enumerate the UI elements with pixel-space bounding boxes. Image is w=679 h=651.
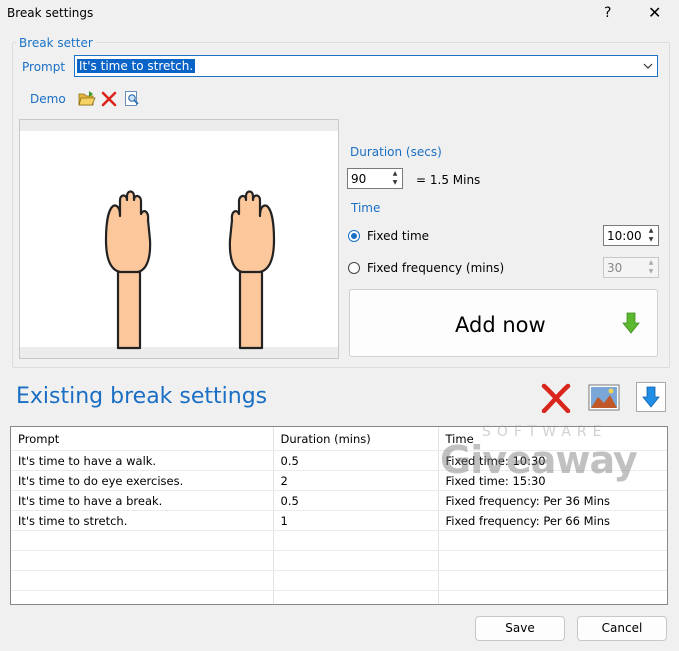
delete-all-icon[interactable] (540, 383, 572, 414)
cancel-button[interactable]: Cancel (577, 616, 667, 641)
table-header-row: Prompt Duration (mins) Time (11, 427, 667, 451)
fixed-frequency-stepper[interactable]: 30 ▲ ▼ (603, 257, 659, 278)
add-now-label: Add now (455, 313, 546, 337)
chevron-down-icon[interactable] (643, 59, 653, 76)
cell-duration: 0.5 (273, 450, 439, 471)
duration-stepper[interactable]: 90 ▲ ▼ (347, 168, 403, 189)
table-row[interactable]: It's time to stretch. 1 Fixed frequency: P… (11, 510, 667, 531)
existing-settings-table[interactable]: Prompt Duration (mins) Time It's time to… (10, 426, 668, 605)
cell-prompt: It's time to do eye exercises. (11, 470, 274, 491)
cell-duration: 2 (273, 470, 439, 491)
help-button[interactable]: ? (604, 5, 611, 21)
table-row-empty (11, 550, 667, 571)
column-header[interactable]: Time (438, 427, 667, 451)
duration-label: Duration (secs) (350, 145, 442, 159)
fixed-time-stepper[interactable]: 10:00 ▲ ▼ (603, 225, 659, 246)
cell-time: Fixed time: 15:30 (438, 470, 667, 491)
prompt-combobox[interactable]: It's time to stretch. (74, 55, 658, 77)
demo-button[interactable]: Demo (30, 92, 66, 106)
duration-mins-text: = 1.5 Mins (416, 173, 481, 187)
duration-value[interactable]: 90 (351, 172, 366, 186)
fixed-time-value[interactable]: 10:00 (607, 229, 642, 243)
preview-icon[interactable] (124, 90, 142, 108)
open-folder-icon[interactable] (78, 90, 96, 108)
fixed-frequency-value[interactable]: 30 (607, 261, 622, 275)
cell-time: Fixed frequency: Per 36 Mins (438, 490, 667, 511)
fixed-frequency-label[interactable]: Fixed frequency (mins) (367, 261, 504, 275)
spin-up-icon[interactable]: ▲ (645, 227, 657, 236)
table-row[interactable]: It's time to have a walk. 0.5 Fixed time: … (11, 450, 667, 471)
arrow-down-icon (622, 312, 640, 334)
spin-down-icon[interactable]: ▼ (389, 179, 401, 188)
table-row-empty (11, 590, 667, 604)
fixed-frequency-radio[interactable] (348, 262, 360, 274)
column-header[interactable]: Prompt (11, 427, 274, 451)
preview-image (19, 119, 339, 359)
time-label: Time (351, 201, 381, 215)
fixed-time-label[interactable]: Fixed time (367, 229, 429, 243)
cell-prompt: It's time to have a break. (11, 490, 274, 511)
cell-prompt: It's time to have a walk. (11, 450, 274, 471)
cell-time: Fixed time: 10:30 (438, 450, 667, 471)
save-button[interactable]: Save (475, 616, 565, 641)
image-icon[interactable] (588, 384, 620, 411)
spin-down-icon[interactable]: ▼ (645, 236, 657, 245)
title-bar: Break settings ? ✕ (0, 0, 679, 28)
download-button[interactable] (636, 382, 666, 412)
window-title: Break settings (7, 6, 94, 20)
close-button[interactable]: ✕ (648, 3, 661, 22)
raised-hands-illustration (104, 190, 276, 350)
prompt-label: Prompt (22, 60, 66, 74)
table-row-empty (11, 530, 667, 551)
fixed-time-radio[interactable] (348, 230, 360, 242)
spin-up-icon[interactable]: ▲ (389, 170, 401, 179)
cell-duration: 0.5 (273, 490, 439, 511)
table-row[interactable]: It's time to do eye exercises. 2 Fixed tim… (11, 470, 667, 491)
table-row-empty (11, 570, 667, 591)
table-row[interactable]: It's time to have a break. 0.5 Fixed frequ… (11, 490, 667, 511)
break-setter-legend: Break setter (16, 36, 96, 50)
prompt-value[interactable]: It's time to stretch. (77, 59, 196, 73)
add-now-button[interactable]: Add now (349, 289, 658, 357)
spin-down-icon[interactable]: ▼ (645, 268, 657, 277)
delete-icon[interactable] (101, 91, 119, 109)
cell-duration: 1 (273, 510, 439, 531)
column-header[interactable]: Duration (mins) (273, 427, 439, 451)
cell-prompt: It's time to stretch. (11, 510, 274, 531)
existing-settings-title: Existing break settings (16, 384, 268, 409)
cell-time: Fixed frequency: Per 66 Mins (438, 510, 667, 531)
arrow-down-icon (642, 386, 660, 408)
spin-up-icon[interactable]: ▲ (645, 259, 657, 268)
